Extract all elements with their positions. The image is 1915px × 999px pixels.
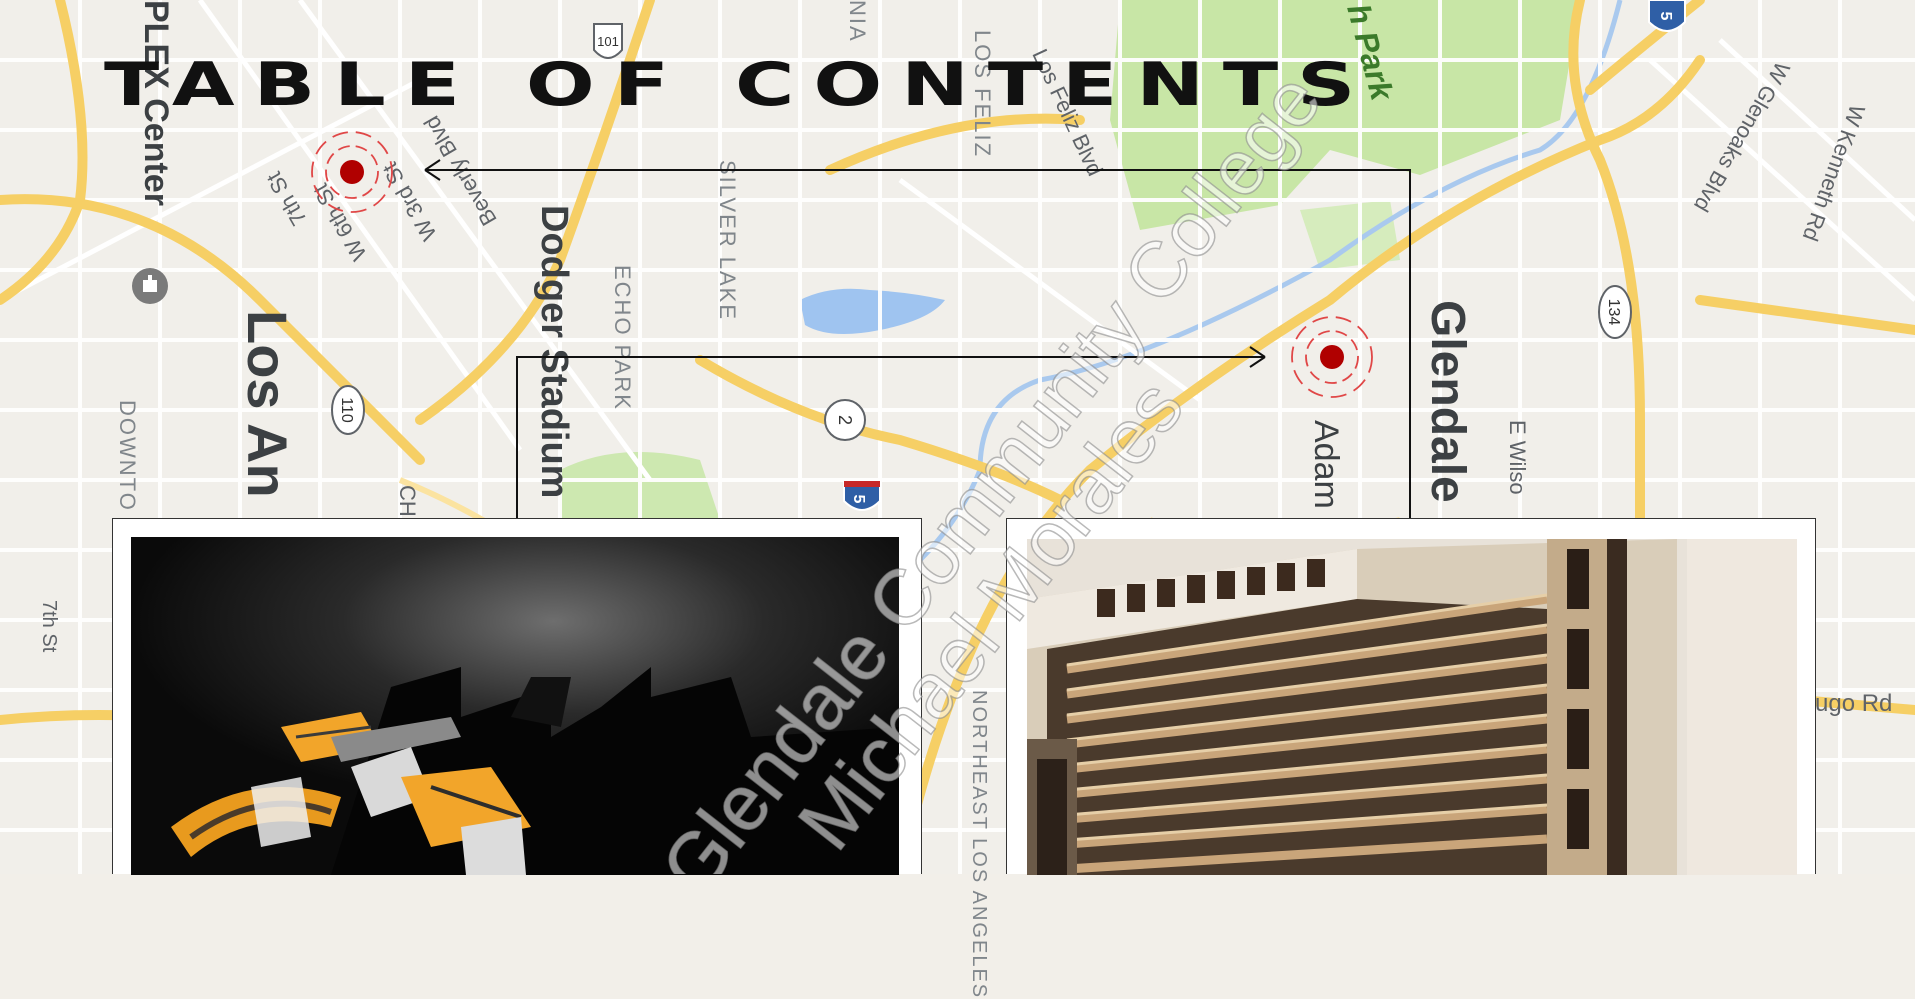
project-photo-model: [131, 537, 899, 875]
location-pin-icon[interactable]: [1289, 314, 1375, 400]
project-card-right[interactable]: [1006, 518, 1816, 875]
connector-line-west-to-east: [516, 356, 1265, 520]
location-pin-icon[interactable]: [309, 129, 395, 215]
project-card-left[interactable]: [112, 518, 922, 875]
connector-line-east-to-west: [425, 169, 1411, 520]
project-photo-facade: [1027, 539, 1797, 875]
